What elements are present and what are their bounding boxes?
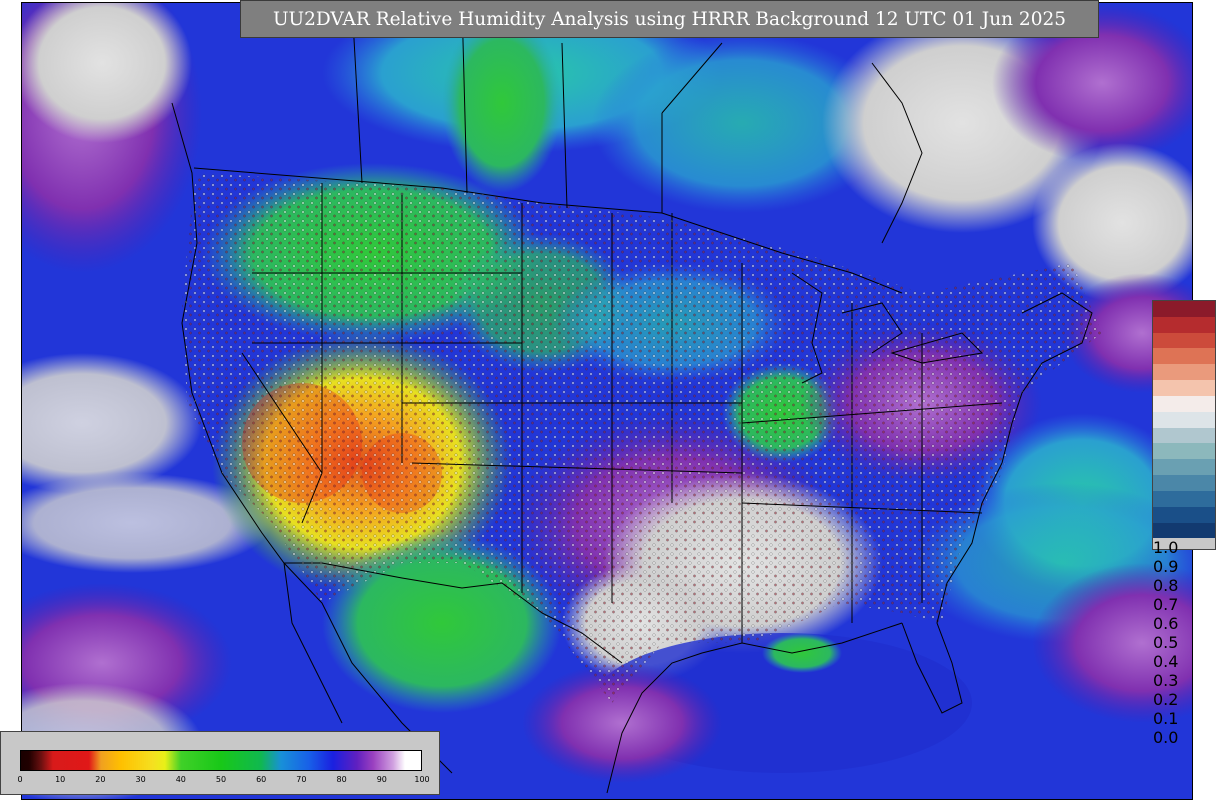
map-title: UU2DVAR Relative Humidity Analysis using… — [240, 0, 1099, 38]
obs-legend-label: 0.2 — [1153, 690, 1179, 710]
rh-colorbar: 0 10 20 30 40 50 60 70 80 90 100 — [0, 731, 440, 795]
obs-legend-swatch — [1153, 475, 1215, 491]
observation-legend-labels: 1.0 0.9 0.8 0.7 0.6 0.5 0.4 0.3 0.2 0.1 0.0 — [1153, 538, 1215, 747]
obs-legend-swatch — [1153, 301, 1215, 317]
rh-colorbar-gradient — [20, 750, 422, 771]
obs-legend-swatch — [1153, 332, 1215, 349]
obs-legend-label: 0.4 — [1153, 652, 1179, 672]
rh-colorbar-tick-label: 30 — [135, 775, 146, 784]
rh-colorbar-tick-label: 0 — [17, 775, 23, 784]
observation-color-scale — [1153, 301, 1215, 539]
obs-legend-swatch — [1153, 364, 1215, 381]
rh-colorbar-tick-label: 50 — [215, 775, 227, 784]
obs-legend-label: 0.8 — [1153, 576, 1179, 596]
rh-analysis-field — [22, 3, 1192, 799]
obs-legend-swatch — [1153, 506, 1215, 523]
obs-legend-label: 0.3 — [1153, 671, 1179, 691]
obs-legend-swatch — [1153, 459, 1215, 476]
obs-legend-swatch — [1153, 316, 1215, 333]
rh-colorbar-tick-label: 70 — [296, 775, 307, 784]
rh-colorbar-tick-label: 90 — [376, 775, 387, 784]
rh-map — [21, 2, 1193, 800]
rh-colorbar-tick-label: 20 — [95, 775, 106, 784]
obs-legend-label: 0.5 — [1153, 633, 1179, 653]
obs-legend-label: 0.9 — [1153, 557, 1179, 577]
obs-legend-swatch — [1153, 348, 1215, 365]
obs-legend-label: 0.6 — [1153, 614, 1179, 634]
obs-legend-swatch — [1153, 490, 1215, 507]
rh-colorbar-tick-label: 100 — [414, 775, 430, 784]
rh-colorbar-tick-label: 40 — [175, 775, 186, 784]
observation-legend: 1.0 0.9 0.8 0.7 0.6 0.5 0.4 0.3 0.2 0.1 0.0 — [1152, 300, 1216, 747]
obs-legend-swatch — [1153, 427, 1215, 444]
obs-legend-swatch — [1153, 522, 1215, 539]
rh-colorbar-tick-label: 10 — [55, 775, 66, 784]
obs-legend-label: 0.7 — [1153, 595, 1179, 615]
obs-legend-swatch — [1153, 380, 1215, 396]
obs-legend-swatch — [1153, 411, 1215, 428]
obs-legend-label: 0.0 — [1153, 728, 1179, 748]
obs-legend-swatch — [1153, 395, 1215, 412]
obs-legend-label: 1.0 — [1153, 538, 1179, 558]
rh-colorbar-tick-label: 80 — [336, 775, 347, 784]
obs-legend-label: 0.1 — [1153, 709, 1179, 729]
obs-legend-swatch — [1153, 443, 1215, 460]
rh-colorbar-tick-label: 60 — [256, 775, 267, 784]
